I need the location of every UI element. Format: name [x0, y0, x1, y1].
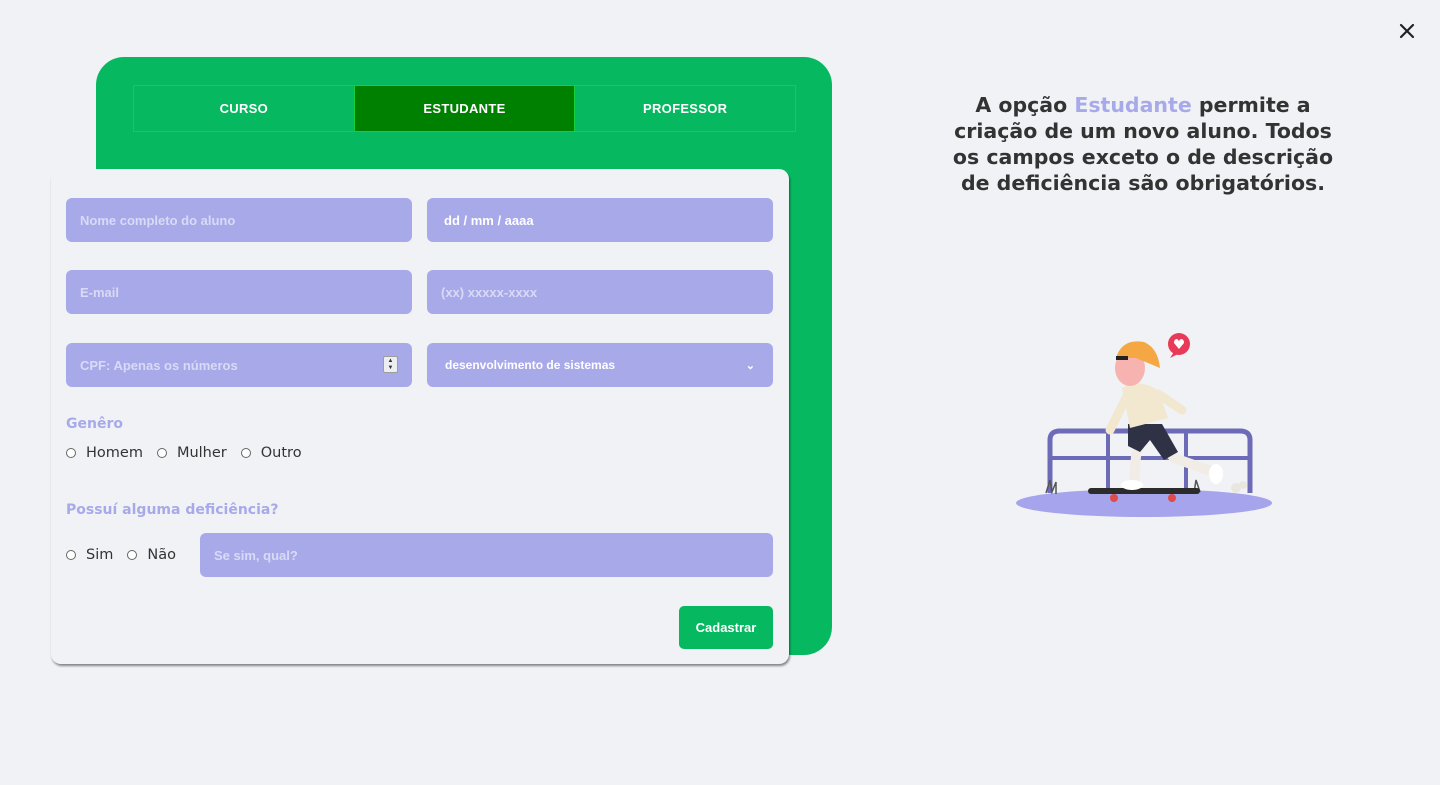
spinner-up-icon: ▲	[387, 357, 394, 364]
disability-radio-nao[interactable]	[127, 550, 138, 560]
gender-radio-outro[interactable]	[240, 448, 251, 458]
tab-curso[interactable]: CURSO	[133, 85, 355, 132]
disability-label: Possuí alguma deficiência?	[66, 502, 279, 518]
tab-bar: CURSO ESTUDANTE PROFESSOR	[133, 85, 797, 132]
gender-radio-mulher[interactable]	[156, 448, 167, 458]
student-form: Nome completo do aluno dd / mm / aaaa E-…	[51, 169, 789, 664]
info-text-highlight: Estudante	[1074, 93, 1192, 117]
email-input-placeholder: E-mail	[80, 284, 120, 300]
phone-input-placeholder: (xx) xxxxx-xxxx	[441, 284, 538, 300]
gender-option-label: Outro	[260, 445, 302, 461]
skateboarder-illustration	[1016, 333, 1272, 517]
gender-options: Homem Mulher Outro	[66, 445, 316, 461]
submit-button[interactable]: Cadastrar	[679, 606, 773, 649]
close-icon	[1399, 23, 1415, 39]
birthdate-input-placeholder: dd / mm / aaaa	[444, 212, 534, 228]
course-select-value: desenvolvimento de sistemas	[445, 358, 616, 372]
info-description: A opção Estudante permite a criação de u…	[940, 92, 1346, 196]
disability-description-placeholder: Se sim, qual?	[214, 547, 298, 563]
page: CURSO ESTUDANTE PROFESSOR Nome completo …	[0, 0, 1440, 785]
disability-description-input[interactable]: Se sim, qual?	[200, 533, 773, 577]
close-button[interactable]	[1394, 18, 1420, 44]
disability-option-label: Sim	[86, 547, 114, 563]
gender-label: Genêro	[66, 416, 123, 432]
cpf-input-placeholder: CPF: Apenas os números	[80, 357, 238, 373]
cpf-input[interactable]: CPF: Apenas os números ▲ ▼	[66, 343, 412, 387]
gender-option-label: Homem	[86, 445, 143, 461]
tab-professor[interactable]: PROFESSOR	[575, 85, 797, 132]
spinner-down-icon: ▼	[387, 364, 394, 371]
chevron-down-icon: ⌄	[745, 359, 755, 372]
name-input[interactable]: Nome completo do aluno	[66, 198, 412, 242]
phone-input[interactable]: (xx) xxxxx-xxxx	[427, 270, 773, 314]
birthdate-input[interactable]: dd / mm / aaaa	[427, 198, 773, 242]
info-text-part1: A opção	[975, 93, 1075, 117]
gender-radio-homem[interactable]	[66, 448, 76, 458]
tab-estudante[interactable]: ESTUDANTE	[354, 85, 576, 132]
gender-option-label: Mulher	[176, 445, 227, 461]
number-spinner[interactable]: ▲ ▼	[383, 356, 398, 373]
email-input[interactable]: E-mail	[66, 270, 412, 314]
disability-option-label: Não	[147, 547, 176, 563]
course-select[interactable]: desenvolvimento de sistemas ⌄	[427, 343, 773, 387]
disability-radio-sim[interactable]	[66, 550, 76, 560]
name-input-placeholder: Nome completo do aluno	[80, 212, 236, 228]
disability-options: Sim Não	[66, 547, 190, 563]
